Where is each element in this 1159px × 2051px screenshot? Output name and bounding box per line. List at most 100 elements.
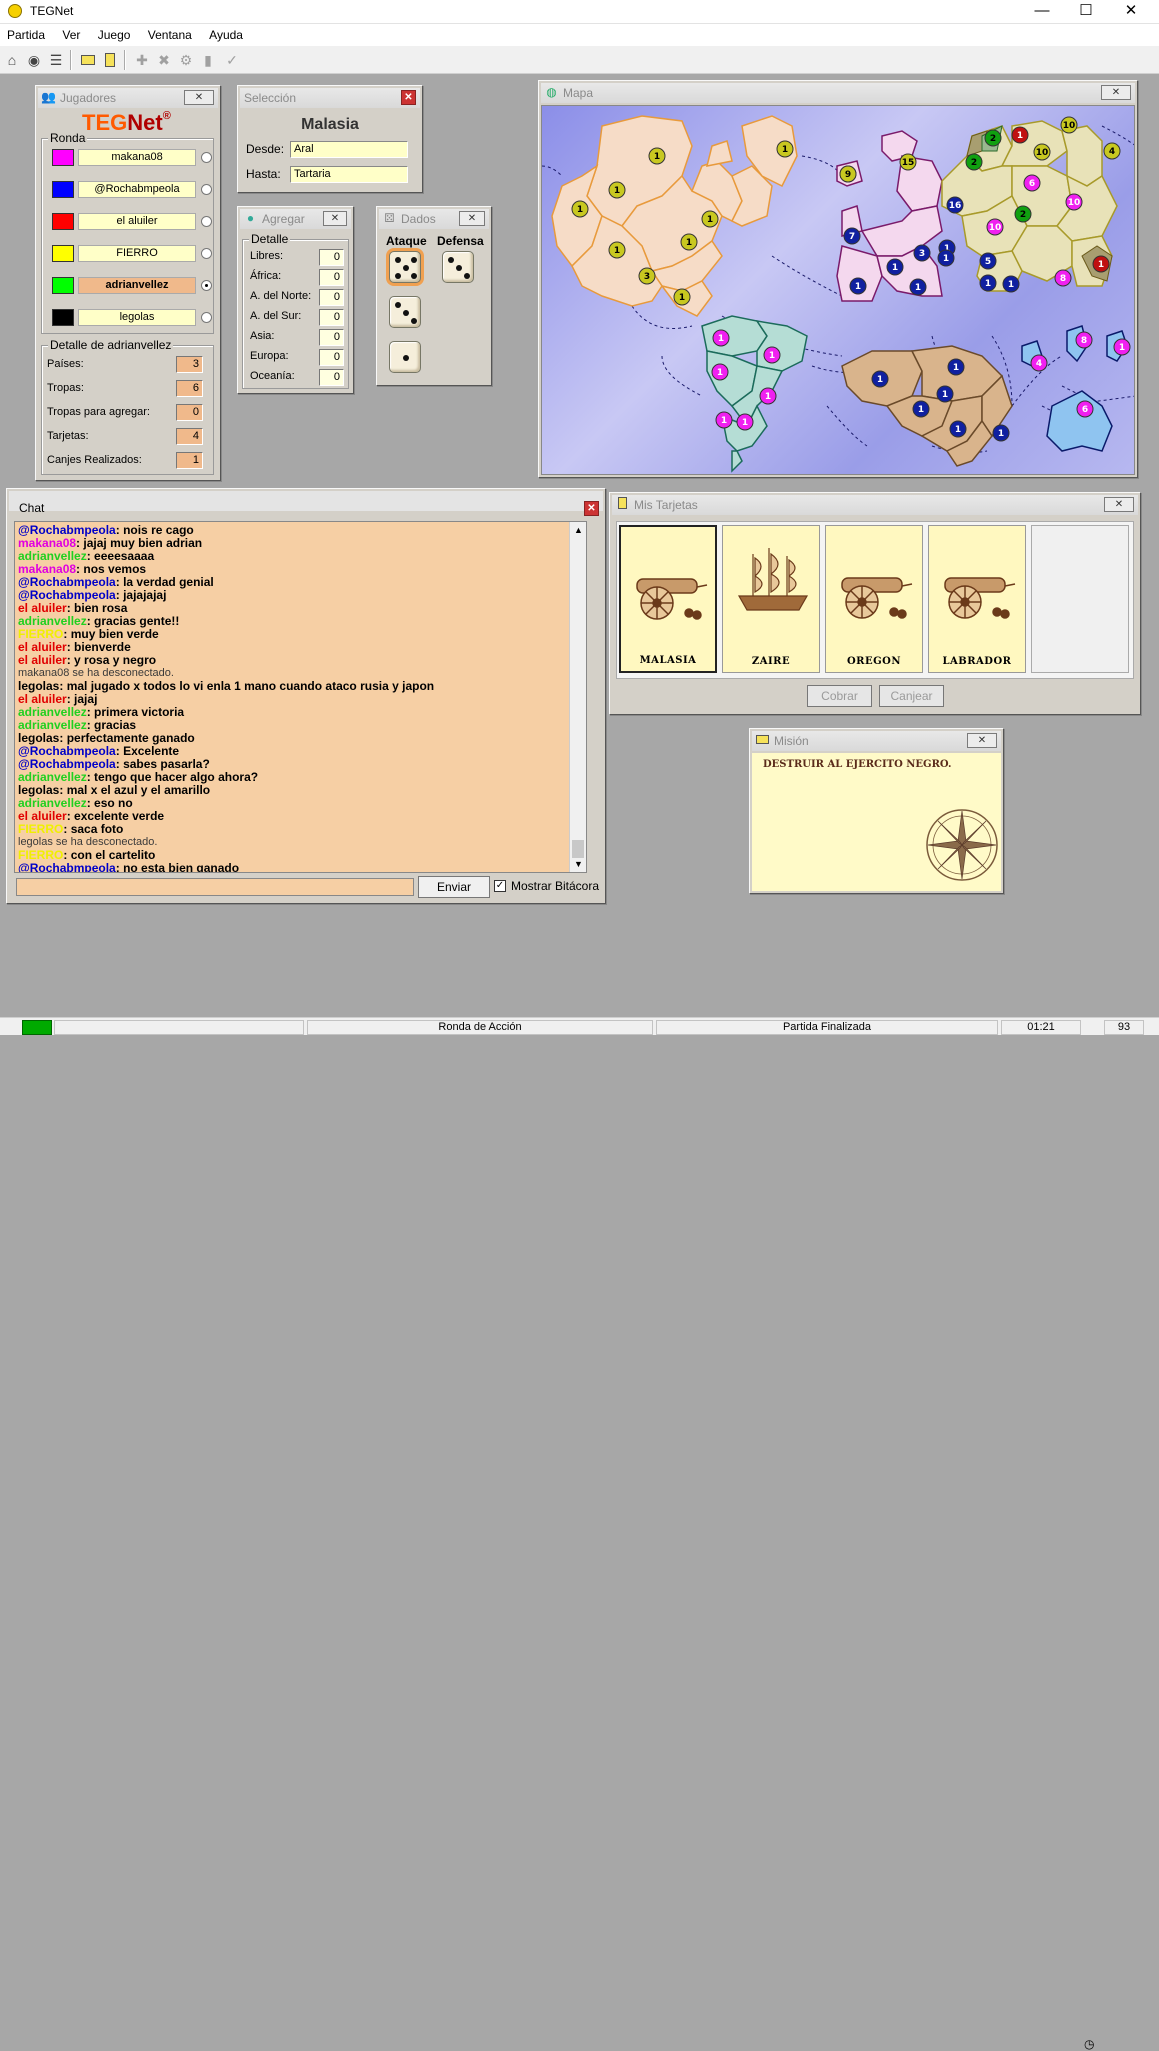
country-card[interactable]: MALASIA <box>619 525 717 673</box>
close-button[interactable]: ✕ <box>1108 0 1154 24</box>
map-panel-header[interactable]: ◍ Mapa ✕ <box>541 83 1135 103</box>
army-chip[interactable]: 1 <box>711 363 729 381</box>
army-chip[interactable]: 1 <box>1092 255 1110 273</box>
army-chip[interactable]: 1 <box>736 413 754 431</box>
army-chip[interactable]: 1 <box>701 210 719 228</box>
exchange-button[interactable]: Canjear <box>879 685 944 707</box>
army-chip[interactable]: 15 <box>899 153 917 171</box>
close-icon[interactable]: ✕ <box>459 211 485 226</box>
army-chip[interactable]: 1 <box>979 274 997 292</box>
army-chip[interactable]: 8 <box>1075 331 1093 349</box>
mission-panel-header[interactable]: Misión ✕ <box>752 731 1001 751</box>
army-chip[interactable]: 9 <box>839 165 857 183</box>
army-chip[interactable]: 7 <box>843 227 861 245</box>
army-chip[interactable]: 1 <box>1002 275 1020 293</box>
army-chip[interactable]: 1 <box>886 258 904 276</box>
army-chip[interactable]: 1 <box>673 288 691 306</box>
army-chip[interactable]: 1 <box>648 147 666 165</box>
players-panel-header[interactable]: 👥 Jugadores ✕ <box>38 88 218 108</box>
army-chip[interactable]: 1 <box>947 358 965 376</box>
scroll-down-icon[interactable]: ▼ <box>574 859 583 869</box>
scroll-thumb[interactable] <box>572 840 584 858</box>
log-checkbox[interactable]: ✓ <box>494 880 506 892</box>
dice-panel-header[interactable]: ⚄ Dados ✕ <box>379 209 489 229</box>
army-chip[interactable]: 1 <box>680 233 698 251</box>
menu-ventana[interactable]: Ventana <box>141 24 199 42</box>
attack-icon[interactable]: ✖ <box>154 50 174 70</box>
close-icon[interactable]: ✕ <box>1101 85 1131 100</box>
army-chip[interactable]: 1 <box>912 400 930 418</box>
cards-icon[interactable] <box>100 50 120 70</box>
army-chip[interactable]: 1 <box>776 140 794 158</box>
menu-ver[interactable]: Ver <box>55 24 87 42</box>
mission-icon[interactable] <box>78 50 98 70</box>
maximize-button[interactable]: ☐ <box>1063 0 1109 24</box>
army-chip[interactable]: 10 <box>1033 143 1051 161</box>
close-icon[interactable]: ✕ <box>184 90 214 105</box>
army-chip[interactable]: 1 <box>992 424 1010 442</box>
army-chip[interactable]: 1 <box>1011 126 1029 144</box>
army-chip[interactable]: 1 <box>608 181 626 199</box>
cards-panel-header[interactable]: Mis Tarjetas ✕ <box>612 495 1138 515</box>
world-map-svg[interactable]: 1111111311111111915716131111211042106210… <box>542 106 1135 475</box>
close-icon[interactable]: ✕ <box>967 733 997 748</box>
army-chip[interactable]: 1 <box>571 200 589 218</box>
chat-panel-header[interactable]: Chat ✕ <box>9 491 603 516</box>
country-card[interactable]: OREGON <box>825 525 923 673</box>
connect-icon[interactable]: ⌂ <box>2 50 22 70</box>
selection-panel-header[interactable]: Selección ✕ <box>240 88 420 108</box>
close-icon[interactable]: ✕ <box>401 90 416 105</box>
scroll-up-icon[interactable]: ▲ <box>574 525 583 535</box>
army-chip[interactable]: 4 <box>1103 142 1121 160</box>
army-chip[interactable]: 1 <box>937 249 955 267</box>
army-chip[interactable]: 5 <box>979 252 997 270</box>
army-chip[interactable]: 2 <box>965 153 983 171</box>
army-chip[interactable]: 1 <box>871 370 889 388</box>
army-chip[interactable]: 1 <box>715 411 733 429</box>
army-chip[interactable]: 1 <box>909 278 927 296</box>
start-icon[interactable]: ◉ <box>24 50 44 70</box>
menu-juego[interactable]: Juego <box>91 24 138 42</box>
army-chip[interactable]: 3 <box>638 267 656 285</box>
chat-input[interactable] <box>16 878 414 896</box>
add-panel-header[interactable]: ● Agregar ✕ <box>240 209 351 229</box>
chat-scrollbar[interactable]: ▲ ▼ <box>569 522 586 872</box>
menu-partida[interactable]: Partida <box>0 24 52 42</box>
regroup-icon[interactable]: ⚙ <box>176 50 196 70</box>
army-chip[interactable]: 1 <box>849 277 867 295</box>
army-chip[interactable]: 3 <box>913 244 931 262</box>
get-card-icon[interactable]: ▮ <box>198 50 218 70</box>
menu-ayuda[interactable]: Ayuda <box>202 24 250 42</box>
close-icon[interactable]: ✕ <box>323 211 347 226</box>
army-chip[interactable]: 8 <box>1054 269 1072 287</box>
army-chip[interactable]: 1 <box>763 346 781 364</box>
country-card[interactable]: ZAIRE <box>722 525 820 673</box>
chat-log[interactable]: @Rochabmpeola: nois re cago makana08: jaj… <box>14 521 587 873</box>
army-chip[interactable]: 6 <box>1023 174 1041 192</box>
army-chip[interactable]: 10 <box>1065 193 1083 211</box>
army-chip[interactable]: 2 <box>984 129 1002 147</box>
country-card[interactable] <box>1031 525 1129 673</box>
army-chip[interactable]: 1 <box>949 420 967 438</box>
army-chip[interactable]: 6 <box>1076 400 1094 418</box>
list-icon[interactable]: ☰ <box>46 50 66 70</box>
send-button[interactable]: Enviar <box>418 876 490 898</box>
army-chip[interactable]: 16 <box>946 196 964 214</box>
collect-button[interactable]: Cobrar <box>807 685 872 707</box>
country-card[interactable]: LABRADOR <box>928 525 1026 673</box>
army-chip[interactable]: 2 <box>1014 205 1032 223</box>
army-chip[interactable]: 1 <box>608 241 626 259</box>
army-chip[interactable]: 4 <box>1030 354 1048 372</box>
end-turn-icon[interactable]: ✓ <box>222 50 242 70</box>
close-icon[interactable]: ✕ <box>584 501 599 516</box>
army-chip[interactable]: 10 <box>986 218 1004 236</box>
army-chip[interactable]: 1 <box>936 385 954 403</box>
close-icon[interactable]: ✕ <box>1104 497 1134 512</box>
army-chip[interactable]: 1 <box>759 387 777 405</box>
army-chip[interactable]: 1 <box>712 329 730 347</box>
minimize-button[interactable]: — <box>1019 0 1065 24</box>
army-chip[interactable]: 1 <box>1113 338 1131 356</box>
army-chip[interactable]: 10 <box>1060 116 1078 134</box>
world-map[interactable]: 1111111311111111915716131111211042106210… <box>541 105 1135 475</box>
add-armies-icon[interactable]: ✚ <box>132 50 152 70</box>
